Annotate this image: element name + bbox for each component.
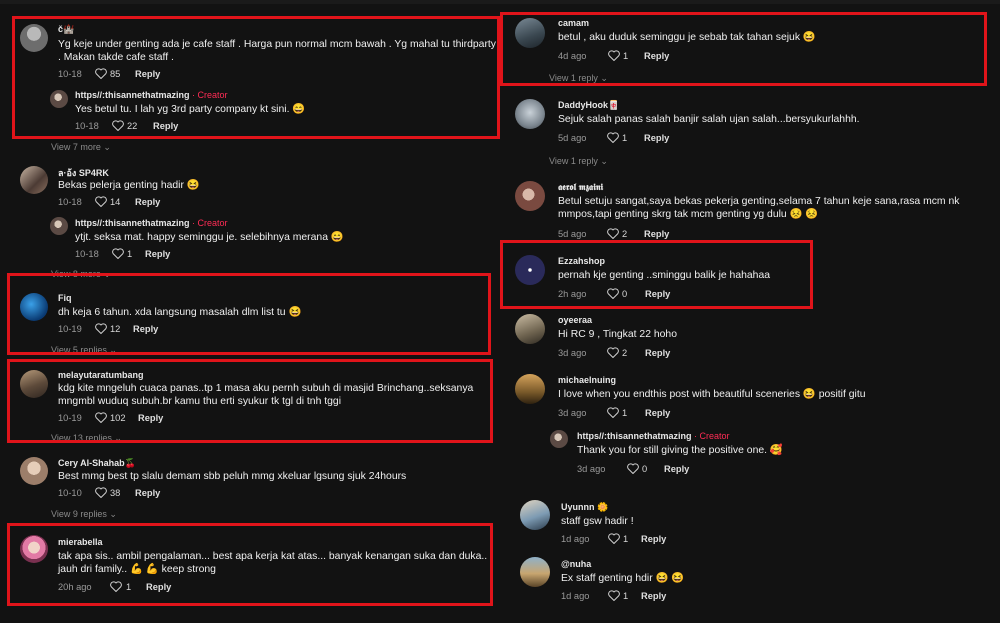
comment-text: Betul setuju sangat,saya bekas pekerja g… — [558, 196, 960, 207]
like-count: 0 — [642, 464, 648, 474]
comment-username[interactable]: michaelnuing — [558, 375, 616, 385]
comment-username[interactable]: 𝖆𝖊𝖗𝖔𝖑 𝖒𝖟𝖆𝖎𝖓𝖎 — [558, 182, 603, 193]
reply-button[interactable]: Reply — [135, 488, 160, 498]
right-comment-column: camam betul , aku duduk seminggu je seba… — [500, 0, 1000, 623]
comment-text: Best mmg best tp slalu demam sbb peluh m… — [58, 471, 407, 482]
comment-date: 5d ago — [558, 133, 587, 143]
chevron-down-icon: ⌄ — [103, 142, 111, 152]
comment-text: I love when you endthis post with beauti… — [558, 389, 866, 400]
like-count: 1 — [127, 249, 133, 259]
comment-username[interactable]: DaddyHook🀄 — [558, 100, 619, 111]
reply-username[interactable]: https//:thisannethatmazing · Creator — [577, 431, 730, 441]
comment-text: Sejuk salah panas salah banjir salah uja… — [558, 114, 860, 125]
creator-avatar[interactable] — [50, 217, 68, 235]
creator-badge: · Creator — [192, 218, 228, 228]
comment-username[interactable]: @nuha — [561, 559, 591, 569]
like-count: 2 — [622, 348, 628, 358]
reply-button[interactable]: Reply — [641, 591, 666, 601]
highlight-frame — [7, 359, 493, 443]
avatar[interactable] — [20, 166, 48, 194]
highlight-frame — [7, 273, 491, 355]
comment-text: Hi RC 9 , Tingkat 22 hoho — [558, 329, 677, 340]
comment-date: 3d ago — [558, 348, 587, 358]
comment-text: Ex staff genting hdir 😆 😆 — [561, 573, 685, 584]
reply-date: 10-18 — [75, 249, 99, 259]
view-more-label[interactable]: View 7 more — [51, 142, 101, 152]
highlight-frame — [7, 523, 493, 606]
comment-date: 3d ago — [558, 408, 587, 418]
comment-username[interactable]: ล·อ้ง SP4RK — [58, 166, 109, 180]
comment-text: staff gsw hadir ! — [561, 516, 634, 527]
reply-username-text[interactable]: https//:thisannethatmazing — [75, 218, 190, 228]
heart-icon[interactable] — [607, 407, 619, 418]
view-more-replies[interactable]: View 7 more ⌄ — [51, 142, 111, 153]
heart-icon[interactable] — [95, 196, 107, 207]
reply-button[interactable]: Reply — [644, 133, 669, 143]
heart-icon[interactable] — [608, 590, 620, 601]
like-count: 1 — [622, 133, 628, 143]
like-count: 1 — [623, 591, 629, 601]
avatar[interactable] — [515, 99, 545, 129]
like-count: 2 — [622, 229, 628, 239]
comment-date: 5d ago — [558, 229, 587, 239]
view-more-label[interactable]: View 1 reply — [549, 156, 598, 166]
heart-icon[interactable] — [95, 487, 107, 498]
comment-username[interactable]: Cery Al-Shahab🍒 — [58, 458, 136, 469]
comment-text: mmpos,tapi genting skrg tak mcm genting … — [558, 209, 819, 220]
reply-button[interactable]: Reply — [645, 408, 670, 418]
creator-avatar[interactable] — [550, 430, 568, 448]
avatar[interactable] — [515, 181, 545, 211]
view-more-replies[interactable]: View 1 reply ⌄ — [549, 156, 608, 167]
comment-date: 10-10 — [58, 488, 82, 498]
avatar[interactable] — [515, 314, 545, 344]
highlight-frame — [500, 12, 987, 86]
reply-text: ytjt. seksa mat. happy seminggu je. sele… — [75, 232, 344, 243]
like-count: 1 — [623, 534, 629, 544]
comment-date: 10-18 — [58, 197, 82, 207]
reply-button[interactable]: Reply — [645, 348, 670, 358]
heart-icon[interactable] — [607, 347, 619, 358]
avatar[interactable] — [515, 374, 545, 404]
highlight-frame — [12, 16, 500, 139]
reply-button[interactable]: Reply — [664, 464, 689, 474]
like-count: 14 — [110, 197, 121, 207]
chevron-down-icon: ⌄ — [600, 156, 608, 166]
reply-username[interactable]: https//:thisannethatmazing · Creator — [75, 218, 228, 228]
like-count: 38 — [110, 488, 121, 498]
heart-icon[interactable] — [607, 228, 619, 239]
comment-date: 1d ago — [561, 534, 590, 544]
comment-username[interactable]: oyeeraa — [558, 315, 592, 325]
reply-text: Thank you for still giving the positive … — [577, 445, 783, 456]
chevron-down-icon: ⌄ — [109, 509, 117, 519]
reply-button[interactable]: Reply — [644, 229, 669, 239]
avatar[interactable] — [20, 457, 48, 485]
like-count: 1 — [622, 408, 628, 418]
comment-text: Bekas pelerja genting hadir 😆 — [58, 180, 200, 191]
reply-button[interactable]: Reply — [145, 249, 170, 259]
comment-username[interactable]: Uyunnn 🌼 — [561, 502, 608, 513]
view-more-replies[interactable]: View 9 replies ⌄ — [51, 509, 117, 520]
comment-date: 1d ago — [561, 591, 590, 601]
heart-icon[interactable] — [608, 533, 620, 544]
heart-icon[interactable] — [607, 132, 619, 143]
view-more-label[interactable]: View 9 replies — [51, 509, 107, 519]
reply-button[interactable]: Reply — [135, 197, 160, 207]
reply-username-text[interactable]: https//:thisannethatmazing — [577, 431, 692, 441]
avatar[interactable] — [520, 557, 550, 587]
reply-button[interactable]: Reply — [641, 534, 666, 544]
heart-icon[interactable] — [627, 463, 639, 474]
creator-badge: · Creator — [694, 431, 730, 441]
highlight-frame — [500, 240, 813, 309]
reply-date: 3d ago — [577, 464, 606, 474]
avatar[interactable] — [520, 500, 550, 530]
heart-icon[interactable] — [112, 248, 124, 259]
